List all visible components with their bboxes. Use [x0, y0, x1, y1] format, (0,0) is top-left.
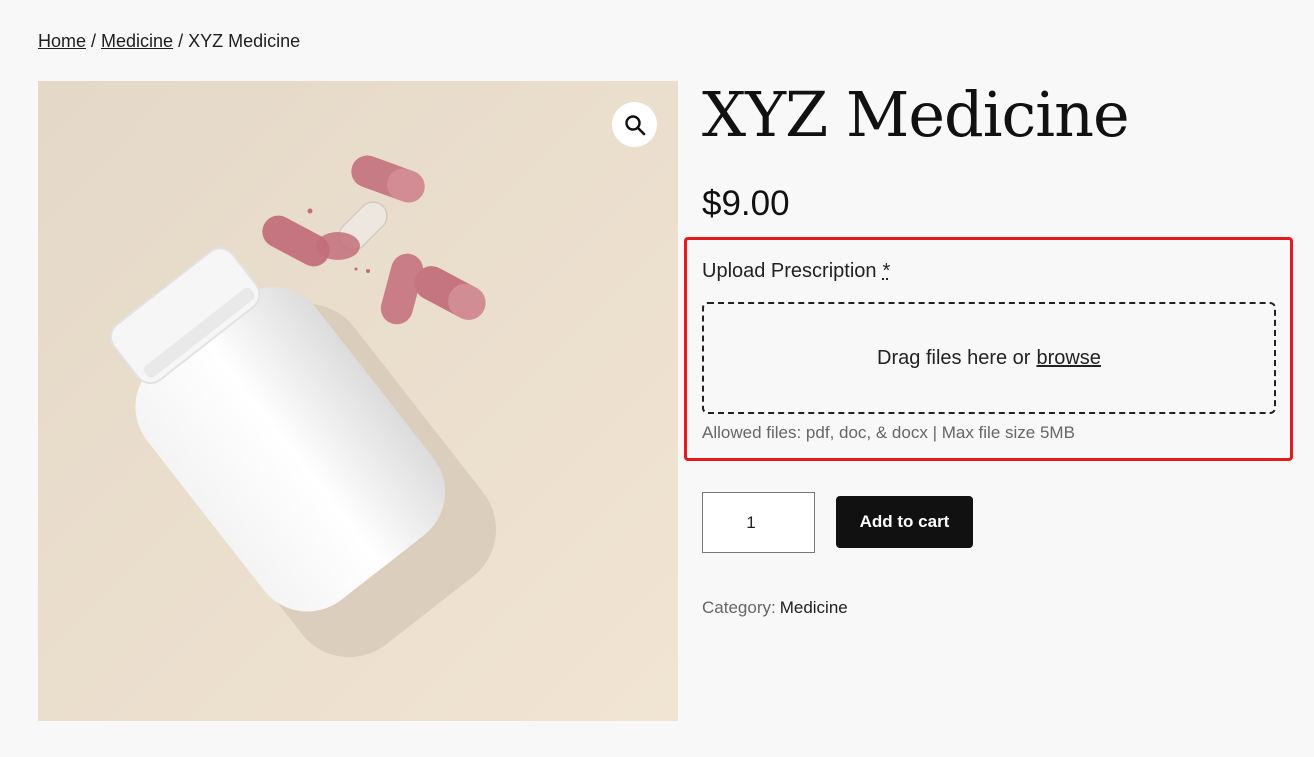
product-meta: Category: Medicine [702, 598, 848, 618]
upload-hint: Allowed files: pdf, doc, & docx | Max fi… [702, 423, 1075, 442]
category-label: Category: [702, 598, 776, 617]
zoom-button[interactable] [612, 102, 657, 147]
product-image[interactable] [38, 81, 678, 721]
required-marker: * [882, 260, 891, 282]
breadcrumb-category-link[interactable]: Medicine [101, 31, 173, 51]
product-photo [38, 81, 678, 721]
upload-label-text: Upload Prescription [702, 260, 877, 282]
breadcrumb: Home / Medicine / XYZ Medicine [38, 31, 300, 52]
browse-link[interactable]: browse [1036, 347, 1100, 370]
dropzone-text: Drag files here or [877, 346, 1031, 369]
quantity-input[interactable] [702, 492, 815, 553]
breadcrumb-current: XYZ Medicine [188, 31, 301, 51]
breadcrumb-separator: / [91, 31, 97, 51]
category-link[interactable]: Medicine [780, 598, 848, 617]
breadcrumb-home-link[interactable]: Home [38, 31, 86, 51]
breadcrumb-separator: / [178, 31, 184, 51]
file-dropzone[interactable]: Drag files here or browse [702, 302, 1276, 414]
product-title: XYZ Medicine [702, 78, 1130, 151]
zoom-icon [623, 113, 647, 137]
upload-label: Upload Prescription * [702, 260, 890, 283]
product-price: $9.00 [702, 184, 790, 223]
add-to-cart-button[interactable]: Add to cart [836, 496, 973, 548]
